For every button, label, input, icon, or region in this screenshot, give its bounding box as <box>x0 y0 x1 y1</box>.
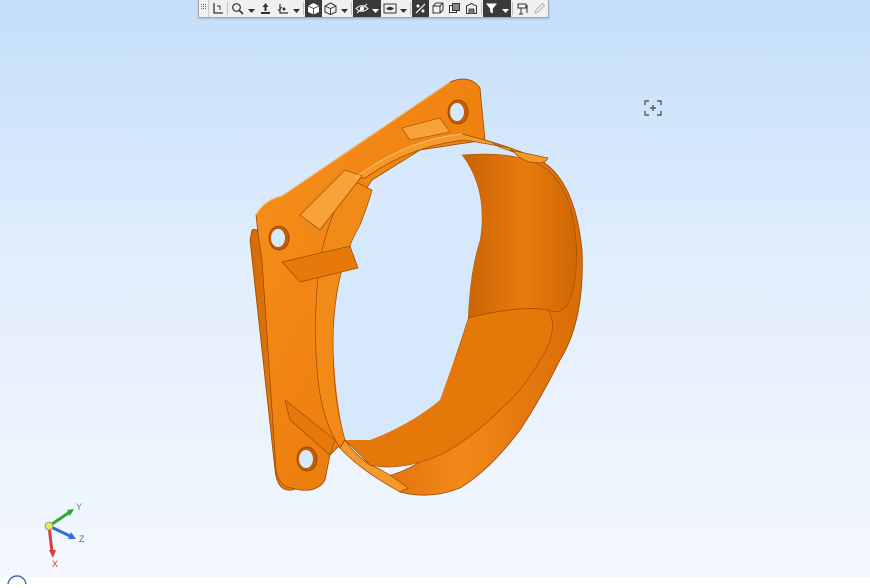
3d-viewport[interactable]: Y Z X <box>0 0 870 588</box>
zoom-to-fit-icon[interactable] <box>643 99 663 117</box>
triad-z-label: Z <box>79 534 85 544</box>
bolt-hole-left <box>268 225 290 251</box>
globe-icon[interactable] <box>6 569 28 588</box>
orientation-triad: Y Z X <box>44 502 85 569</box>
triad-x-label: X <box>52 559 58 569</box>
3d-model-flange[interactable] <box>0 0 870 577</box>
triad-y-label: Y <box>76 502 82 512</box>
bolt-hole-top <box>447 99 469 125</box>
bolt-hole-bottom <box>296 446 318 472</box>
